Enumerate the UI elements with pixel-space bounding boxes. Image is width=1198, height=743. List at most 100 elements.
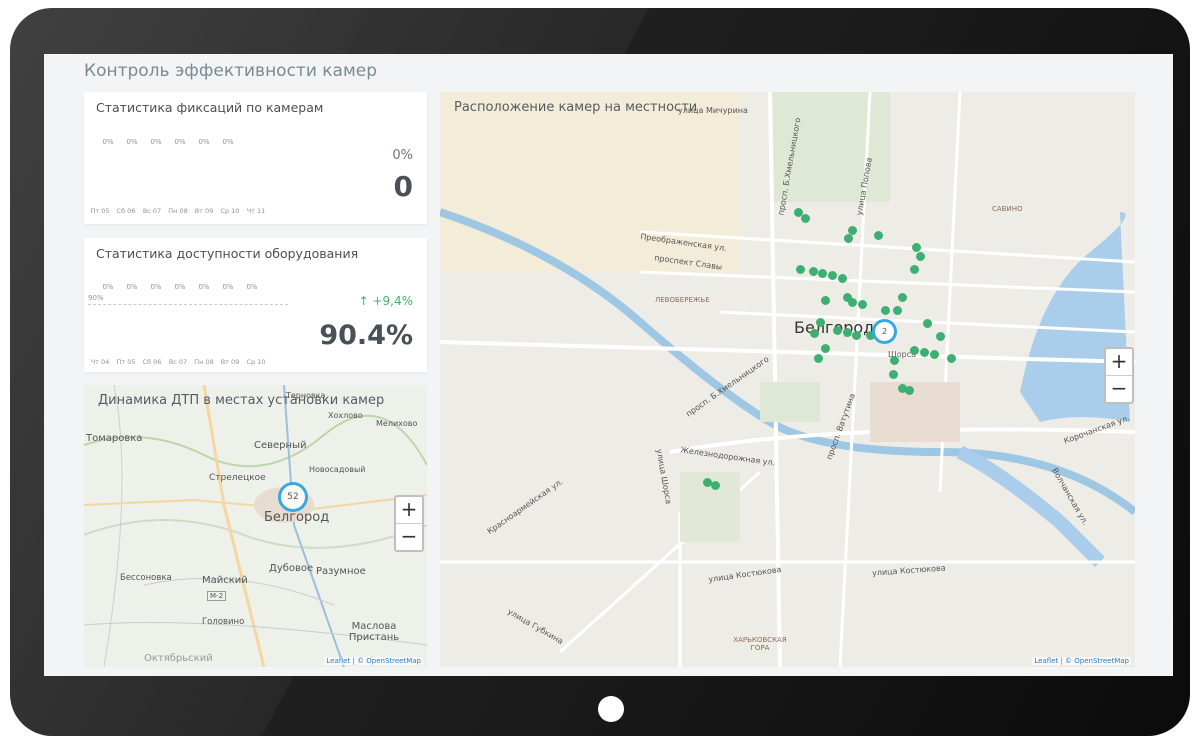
fixations-pct: 0% [174,138,186,146]
camera-marker[interactable] [809,267,818,276]
fixations-percent-row: 0% 0% 0% 0% 0% 0% [96,138,240,146]
map-label: Новосадовый [309,465,366,474]
camera-marker[interactable] [936,332,945,341]
camera-marker[interactable] [910,265,919,274]
cameras-map-attribution[interactable]: Leaflet | © OpenStreetMap [1032,657,1131,665]
camera-marker[interactable] [843,328,852,337]
fixations-day-axis: Пт 05 Сб 06 Вс 07 Пн 08 Вт 09 Ср 10 Чт 1… [87,207,269,215]
camera-marker[interactable] [821,344,830,353]
camera-cluster-marker[interactable]: 2 [872,319,897,344]
map-label: Октябрьский [144,653,213,664]
availability-pct: 0% [246,283,258,291]
map-label: Белгород [264,510,330,525]
map-label: ЛЕВОБЕРЕЖЬЕ [655,296,710,304]
day-label: Сб 06 [142,358,162,366]
day-label: Вт 09 [220,358,240,366]
map-label: Бессоновка [120,573,172,583]
camera-marker[interactable] [810,329,819,338]
camera-marker[interactable] [930,350,939,359]
dashboard-screen: Контроль эффективности камер Статистика … [44,54,1173,676]
camera-marker[interactable] [814,354,823,363]
day-label: Ср 10 [246,358,266,366]
camera-marker[interactable] [858,300,867,309]
day-label: Вт 09 [194,207,214,215]
camera-marker[interactable] [828,271,837,280]
fixations-card: Статистика фиксаций по камерам 0% 0% 0% … [84,92,427,224]
fixations-card-title: Статистика фиксаций по камерам [96,100,324,115]
camera-marker[interactable] [796,265,805,274]
map-label: Мелихово [376,419,418,428]
map-label: М-2 [207,591,227,601]
camera-marker[interactable] [801,214,810,223]
day-label: Пт 05 [90,207,110,215]
fixations-pct: 0% [126,138,138,146]
page-title: Контроль эффективности камер [84,61,378,81]
camera-marker[interactable] [905,386,914,395]
accidents-map-attribution[interactable]: Leaflet | © OpenStreetMap [324,657,423,665]
zoom-out-button[interactable]: − [1106,376,1132,402]
availability-baseline [88,304,288,305]
day-label: Пн 08 [194,358,214,366]
camera-marker[interactable] [912,243,921,252]
map-label: Стрелецкое [209,473,266,483]
camera-marker[interactable] [818,269,827,278]
camera-marker[interactable] [916,252,925,261]
day-label: Пт 05 [116,358,136,366]
camera-marker[interactable] [923,319,932,328]
cameras-map[interactable]: Расположение камер на местности улица Ми… [440,92,1135,667]
availability-pct: 0% [174,283,186,291]
map-label: ХАРЬКОВСКАЯ ГОРА [733,636,787,652]
camera-marker[interactable] [848,298,857,307]
camera-marker[interactable] [898,293,907,302]
day-label: Ср 10 [220,207,240,215]
camera-marker[interactable] [920,348,929,357]
availability-summary-value: 90.4% [319,320,413,351]
camera-marker[interactable] [889,370,898,379]
camera-marker[interactable] [874,231,883,240]
camera-marker[interactable] [838,274,847,283]
camera-marker[interactable] [821,296,830,305]
zoom-in-button[interactable]: + [1106,349,1132,376]
map-label: Разумное [316,566,366,577]
accidents-map-title: Динамика ДТП в местах установки камер [98,393,385,408]
day-label: Вс 07 [142,207,162,215]
fixations-pct: 0% [222,138,234,146]
map-label: САВИНО [992,205,1023,213]
map-label: Дубовое [269,563,314,574]
camera-marker[interactable] [844,234,853,243]
fixations-pct: 0% [198,138,210,146]
cameras-map-title: Расположение камер на местности [454,100,698,115]
map-label: Майский [202,575,248,586]
home-button[interactable] [598,696,624,722]
availability-card: Статистика доступности оборудования 0% 0… [84,238,427,372]
day-label: Пн 08 [168,207,188,215]
availability-pct: 0% [102,283,114,291]
zoom-in-button[interactable]: + [396,497,422,524]
accidents-cluster-marker[interactable]: 52 [278,482,308,512]
day-label: Чт 04 [90,358,110,366]
availability-pct: 0% [222,283,234,291]
cameras-map-zoom-control: + − [1104,347,1134,404]
accidents-map[interactable]: Динамика ДТП в местах установки камер То… [84,385,427,667]
day-label: Сб 06 [116,207,136,215]
fixations-summary-percent: 0% [392,148,413,163]
fixations-pct: 0% [150,138,162,146]
map-label: Томаровка [86,433,143,444]
camera-marker[interactable] [852,331,861,340]
camera-marker[interactable] [816,318,825,327]
camera-marker[interactable] [881,306,890,315]
availability-pct: 0% [198,283,210,291]
availability-percent-row: 0% 0% 0% 0% 0% 0% 0% [96,283,264,291]
camera-marker[interactable] [893,306,902,315]
availability-card-title: Статистика доступности оборудования [96,246,359,261]
day-label: Вс 07 [168,358,188,366]
availability-baseline-label: 90% [88,294,104,302]
camera-marker[interactable] [890,356,899,365]
camera-marker[interactable] [833,326,842,335]
availability-pct: 0% [150,283,162,291]
fixations-pct: 0% [102,138,114,146]
zoom-out-button[interactable]: − [396,524,422,550]
camera-marker[interactable] [910,346,919,355]
camera-marker[interactable] [947,354,956,363]
camera-marker[interactable] [711,481,720,490]
